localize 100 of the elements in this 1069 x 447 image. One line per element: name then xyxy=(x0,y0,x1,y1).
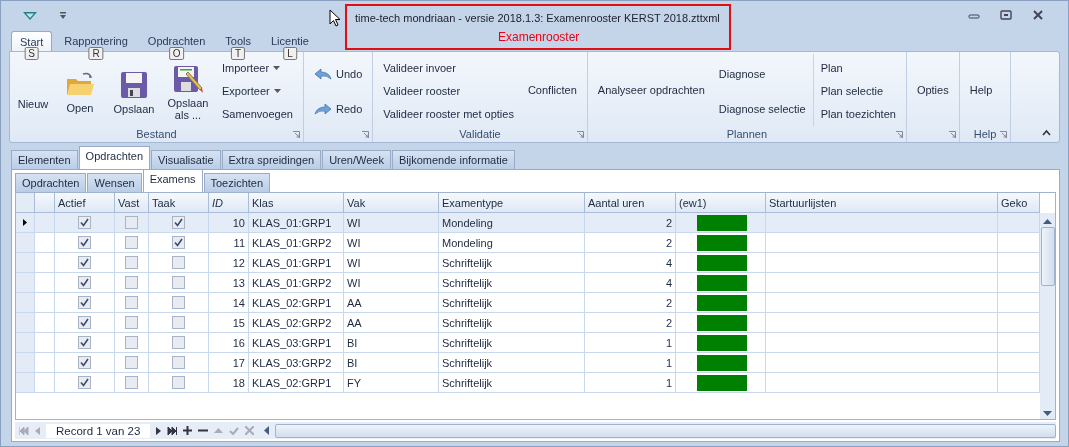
checkbox[interactable] xyxy=(172,336,185,349)
document-tab[interactable]: Extra spreidingen xyxy=(221,150,322,169)
column-header[interactable]: Examentype xyxy=(439,193,585,213)
column-header[interactable]: Startuurlijsten xyxy=(766,193,998,213)
table-row[interactable]: 12 KLAS_01:GRP1 WI Schriftelijk 4 xyxy=(16,253,1040,273)
ribbon-button[interactable]: Valideer rooster xyxy=(380,83,517,99)
column-header[interactable]: Geko xyxy=(998,193,1040,213)
checkbox[interactable] xyxy=(125,236,138,249)
previous-record-icon[interactable] xyxy=(35,426,40,435)
checkbox[interactable] xyxy=(125,376,138,389)
checkbox[interactable] xyxy=(172,236,185,249)
ribbon-button[interactable]: Conflicten xyxy=(524,82,580,98)
scroll-left-icon[interactable] xyxy=(264,426,270,435)
dropdown-icon[interactable] xyxy=(59,12,67,20)
ribbon-button[interactable]: Plan toezichten xyxy=(817,106,899,123)
checkbox[interactable] xyxy=(172,376,185,389)
ribbon-button[interactable]: Redo xyxy=(310,100,366,117)
next-record-icon[interactable] xyxy=(156,426,162,435)
checkbox[interactable] xyxy=(172,296,185,309)
table-row[interactable]: 10 KLAS_01:GRP1 WI Mondeling 2 xyxy=(16,213,1040,233)
checkbox[interactable] xyxy=(172,216,185,229)
table-row[interactable]: 11 KLAS_01:GRP2 WI Mondeling 2 xyxy=(16,233,1040,253)
table-row[interactable]: 13 KLAS_01:GRP2 WI Schriftelijk 4 xyxy=(16,273,1040,293)
checkbox[interactable] xyxy=(172,276,185,289)
dropdown-button[interactable]: Importeer xyxy=(219,59,296,76)
sub-tab[interactable]: Toezichten xyxy=(203,173,271,192)
ribbon-button[interactable]: Diagnose xyxy=(715,65,809,82)
checkbox[interactable] xyxy=(125,256,138,269)
table-row[interactable]: 18 KLAS_02:GRP1 FY Schriftelijk 1 xyxy=(16,373,1040,393)
checkbox[interactable] xyxy=(172,356,185,369)
checkbox[interactable] xyxy=(78,296,91,309)
up-icon[interactable] xyxy=(214,428,224,433)
ribbon-button[interactable]: Plan selectie xyxy=(817,83,899,99)
add-icon[interactable] xyxy=(183,426,193,435)
ribbon-button[interactable]: Opslaan xyxy=(111,65,157,115)
ribbon-button[interactable]: Analyseer opdrachten xyxy=(594,82,708,98)
ribbon-button[interactable]: Samenvoegen xyxy=(219,106,296,123)
column-header[interactable]: Aantal uren xyxy=(585,193,676,213)
vertical-scrollbar[interactable] xyxy=(1040,213,1055,419)
ribbon-button[interactable]: Opties xyxy=(913,82,952,98)
checkbox[interactable] xyxy=(78,216,91,229)
ribbon-button[interactable]: Help xyxy=(966,82,996,98)
dialog-launcher-icon[interactable] xyxy=(895,131,903,138)
table-row[interactable]: 15 KLAS_02:GRP2 AA Schriftelijk 2 xyxy=(16,313,1040,333)
checkbox[interactable] xyxy=(78,356,91,369)
close-icon[interactable] xyxy=(1032,10,1044,20)
sub-tab[interactable]: Examens xyxy=(142,169,203,192)
checkbox[interactable] xyxy=(78,276,91,289)
dropdown-button[interactable]: Exporteer xyxy=(219,83,296,99)
first-record-icon[interactable] xyxy=(19,426,29,435)
sub-tab[interactable]: Wensen xyxy=(87,173,142,192)
column-header[interactable]: Vast xyxy=(115,193,149,213)
document-tab[interactable]: Visualisatie xyxy=(151,150,221,169)
ribbon-button[interactable]: Diagnose selectie xyxy=(715,100,809,117)
checkbox[interactable] xyxy=(78,236,91,249)
scroll-thumb[interactable] xyxy=(1040,227,1055,286)
dialog-launcher-icon[interactable] xyxy=(362,131,370,138)
logo-icon[interactable] xyxy=(23,11,37,21)
checkbox[interactable] xyxy=(172,256,185,269)
checkbox[interactable] xyxy=(125,356,138,369)
row-header[interactable] xyxy=(16,213,35,233)
ribbon-button[interactable]: Open xyxy=(57,66,103,114)
scroll-up-icon[interactable] xyxy=(1043,219,1052,224)
checkbox[interactable] xyxy=(78,336,91,349)
document-tab[interactable]: Opdrachten xyxy=(78,146,151,169)
checkbox[interactable] xyxy=(125,216,138,229)
checkbox[interactable] xyxy=(125,296,138,309)
restore-icon[interactable] xyxy=(1000,10,1012,20)
sub-tab[interactable]: Opdrachten xyxy=(15,173,87,192)
document-tab[interactable]: Elementen xyxy=(11,150,78,169)
column-header[interactable]: Klas xyxy=(249,193,344,213)
document-tab[interactable]: Uren/Week xyxy=(322,150,391,169)
checkbox[interactable] xyxy=(78,256,91,269)
ribbon-button[interactable]: Valideer rooster met opties xyxy=(380,106,517,123)
document-tab[interactable]: Bijkomende informatie xyxy=(391,150,515,169)
ribbon-button[interactable]: Plan xyxy=(817,59,899,76)
checkbox[interactable] xyxy=(78,316,91,329)
checkbox[interactable] xyxy=(125,276,138,289)
table-row[interactable]: 14 KLAS_02:GRP1 AA Schriftelijk 2 xyxy=(16,293,1040,313)
last-record-icon[interactable] xyxy=(167,426,178,435)
table-row[interactable]: 16 KLAS_03:GRP1 BI Schriftelijk 1 xyxy=(16,333,1040,353)
ribbon-button[interactable]: Undo xyxy=(310,65,366,82)
checkbox[interactable] xyxy=(125,336,138,349)
dialog-launcher-icon[interactable] xyxy=(948,131,956,138)
checkbox[interactable] xyxy=(125,316,138,329)
ribbon-button[interactable]: Opslaan als ... xyxy=(165,59,211,121)
column-header[interactable]: (ew1) xyxy=(676,193,766,213)
table-row[interactable]: 17 KLAS_03:GRP2 BI Schriftelijk 1 xyxy=(16,353,1040,373)
collapse-ribbon-icon[interactable] xyxy=(1042,129,1051,136)
dialog-launcher-icon[interactable] xyxy=(1000,131,1008,138)
cancel-icon[interactable] xyxy=(245,426,255,435)
column-header[interactable]: Vak xyxy=(344,193,439,213)
checkmark-icon[interactable] xyxy=(229,426,240,435)
dialog-launcher-icon[interactable] xyxy=(292,131,300,138)
column-header[interactable]: Taak xyxy=(149,193,209,213)
scroll-down-icon[interactable] xyxy=(1043,411,1052,416)
ribbon-button[interactable]: Valideer invoer xyxy=(380,59,517,76)
dialog-launcher-icon[interactable] xyxy=(576,131,584,138)
checkbox[interactable] xyxy=(172,316,185,329)
ribbon-button[interactable]: Nieuw xyxy=(17,70,49,110)
